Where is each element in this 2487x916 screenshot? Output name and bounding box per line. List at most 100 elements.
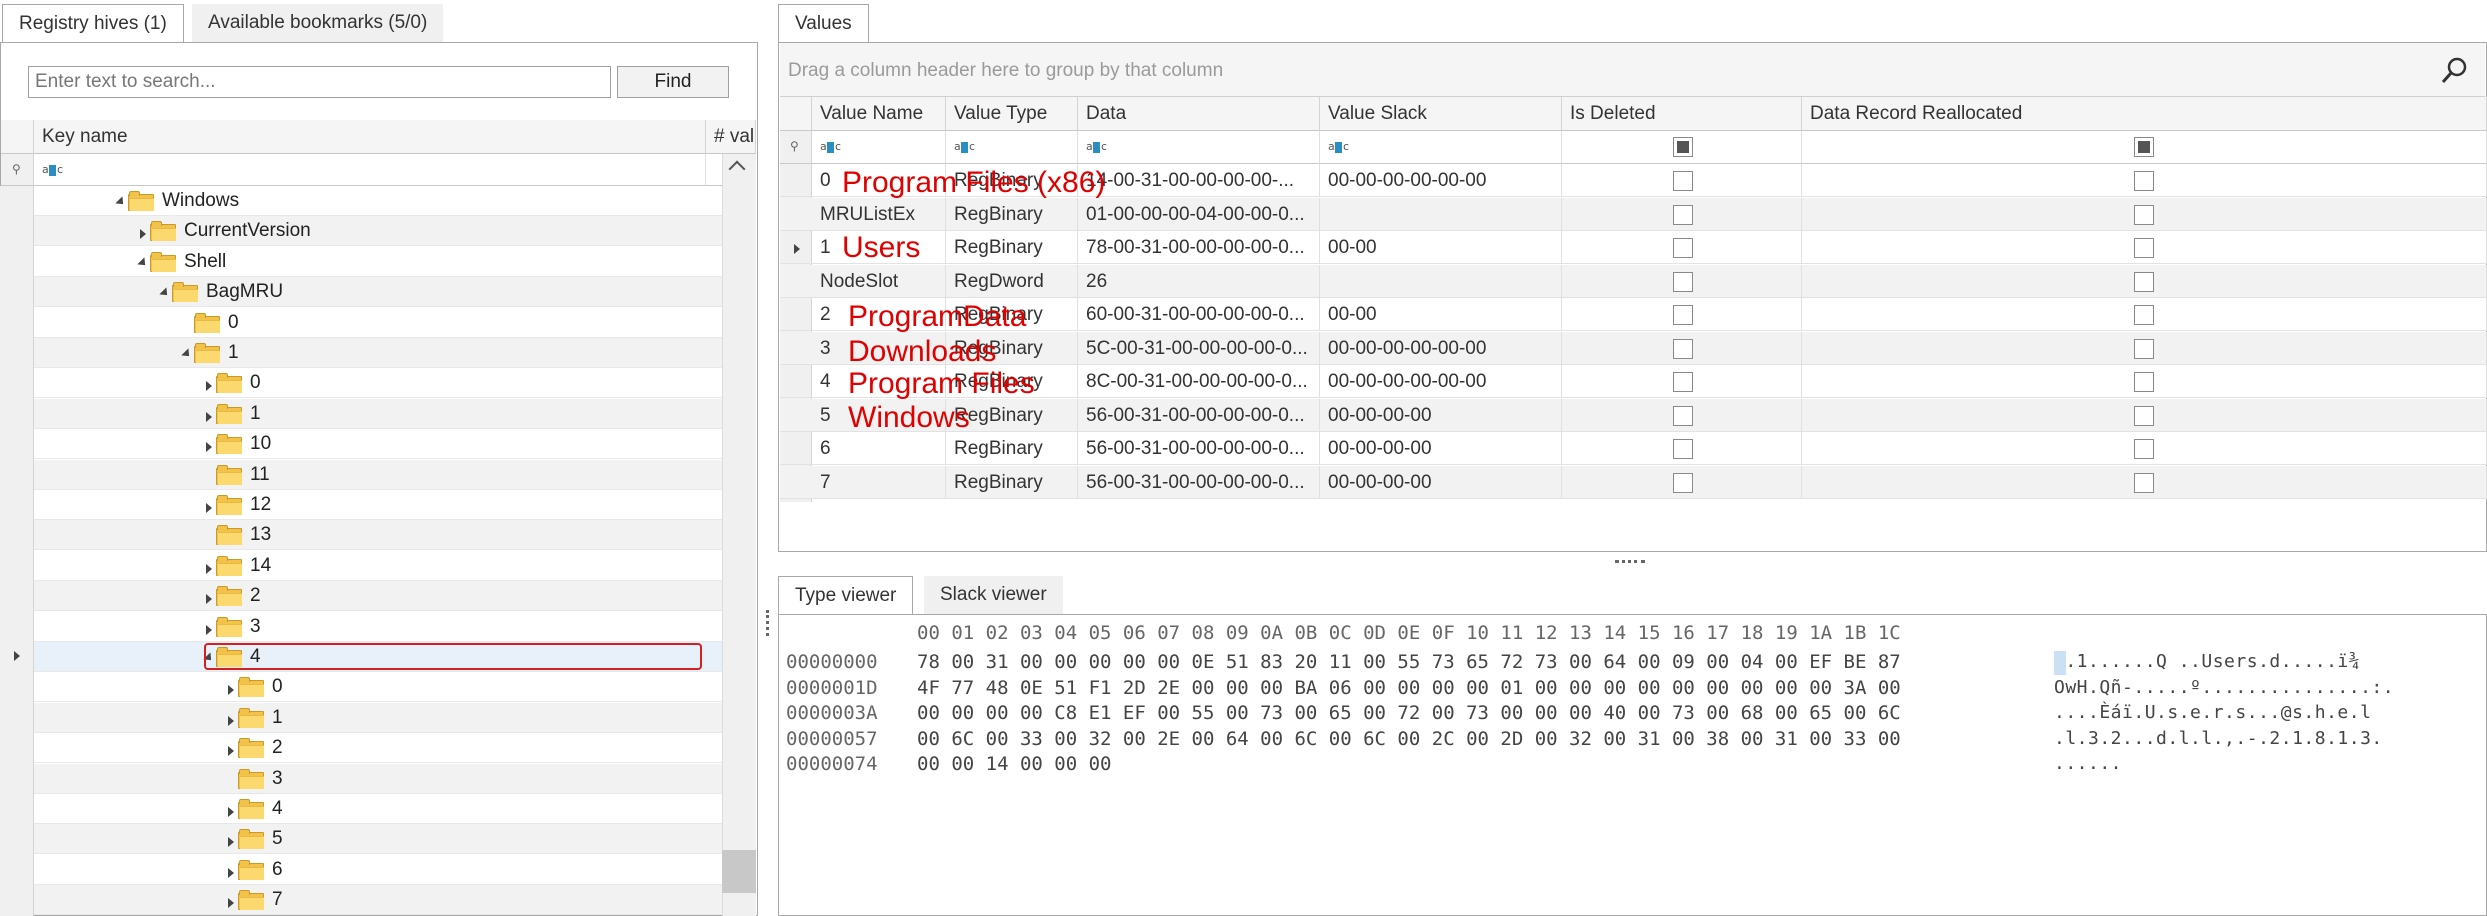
filter-checkbox[interactable] xyxy=(2134,137,2154,157)
tree-row[interactable]: 6 xyxy=(34,855,722,885)
tree-row[interactable]: Windows xyxy=(34,186,722,216)
column-value-name[interactable]: Value Name xyxy=(812,97,946,131)
value-cell-type[interactable]: RegBinary xyxy=(946,432,1078,465)
value-cell-is-deleted[interactable] xyxy=(1562,231,1802,264)
expand-arrow-icon[interactable] xyxy=(206,625,212,635)
hex-bytes[interactable]: 00 00 00 00 C8 E1 EF 00 55 00 73 00 65 0… xyxy=(917,700,1901,726)
tree-scrollbar[interactable] xyxy=(722,154,756,916)
column-value-slack[interactable]: Value Slack xyxy=(1320,97,1562,131)
is-deleted-checkbox[interactable] xyxy=(1673,271,1693,292)
reallocated-checkbox[interactable] xyxy=(2134,171,2154,191)
value-cell-slack[interactable]: 00-00-00-00 xyxy=(1320,465,1562,499)
value-row[interactable]: 5 RegBinary 56-00-31-00-00-00-00-0... 00-00… xyxy=(780,398,2487,432)
collapse-arrow-icon[interactable] xyxy=(159,287,171,299)
hex-ascii[interactable]: .l.3.2...d.l.l.,.-.2.1.8.1.3. xyxy=(2054,726,2383,752)
tree-row[interactable]: 2 xyxy=(34,581,722,611)
tab-registry-hives[interactable]: Registry hives (1) xyxy=(2,4,184,42)
reallocated-checkbox[interactable] xyxy=(2134,238,2154,258)
reallocated-checkbox[interactable] xyxy=(2134,372,2154,392)
reallocated-checkbox[interactable] xyxy=(2134,338,2154,359)
value-cell-is-deleted[interactable] xyxy=(1562,465,1802,499)
expand-arrow-icon[interactable] xyxy=(206,503,212,513)
reallocated-checkbox[interactable] xyxy=(2134,305,2154,325)
horizontal-splitter-grip-icon[interactable] xyxy=(1615,560,1645,564)
value-cell-is-deleted[interactable] xyxy=(1562,164,1802,197)
search-icon[interactable] xyxy=(2440,56,2467,83)
expand-arrow-icon[interactable] xyxy=(228,837,234,847)
value-cell-type[interactable]: RegBinary xyxy=(946,231,1078,264)
value-cell-name[interactable]: NodeSlot xyxy=(812,264,946,298)
reallocated-checkbox[interactable] xyxy=(2134,405,2154,426)
tree-row[interactable]: 0 xyxy=(34,368,722,398)
is-deleted-checkbox[interactable] xyxy=(1673,405,1693,426)
value-row[interactable]: 6 RegBinary 56-00-31-00-00-00-00-0... 00-00… xyxy=(780,432,2487,465)
value-cell-name[interactable]: 6 xyxy=(812,432,946,465)
hex-bytes[interactable]: 00 6C 00 33 00 32 00 2E 00 64 00 6C 00 6… xyxy=(917,726,1901,752)
collapse-arrow-icon[interactable] xyxy=(115,196,127,208)
value-cell-type[interactable]: RegBinary xyxy=(946,465,1078,499)
value-cell-data[interactable]: 8C-00-31-00-00-00-00-0... xyxy=(1078,365,1320,398)
value-row[interactable]: 3 RegBinary 5C-00-31-00-00-00-00-0... 00-00… xyxy=(780,331,2487,365)
expand-arrow-icon[interactable] xyxy=(228,685,234,695)
tree-row[interactable]: 10 xyxy=(34,429,722,459)
value-cell-reallocated[interactable] xyxy=(1802,231,2487,264)
value-row[interactable]: NodeSlot RegDword 26 xyxy=(780,264,2487,298)
find-button[interactable]: Find xyxy=(617,66,729,98)
value-cell-reallocated[interactable] xyxy=(1802,465,2487,499)
collapse-arrow-icon[interactable] xyxy=(181,348,193,360)
is-deleted-checkbox[interactable] xyxy=(1673,171,1693,191)
reallocated-checkbox[interactable] xyxy=(2134,271,2154,292)
value-cell-is-deleted[interactable] xyxy=(1562,331,1802,365)
value-cell-data[interactable]: 01-00-00-00-04-00-00-0... xyxy=(1078,197,1320,231)
filter-value-name[interactable]: ac xyxy=(812,131,946,164)
is-deleted-checkbox[interactable] xyxy=(1673,305,1693,325)
value-cell-slack[interactable] xyxy=(1320,197,1562,231)
value-row[interactable]: 4 RegBinary 8C-00-31-00-00-00-00-0... 00-00… xyxy=(780,365,2487,398)
value-row[interactable]: 1 RegBinary 78-00-31-00-00-00-00-0... 00-00 xyxy=(780,231,2487,264)
value-cell-reallocated[interactable] xyxy=(1802,298,2487,331)
value-cell-is-deleted[interactable] xyxy=(1562,197,1802,231)
collapse-arrow-icon[interactable] xyxy=(137,257,149,269)
value-cell-reallocated[interactable] xyxy=(1802,164,2487,197)
value-cell-reallocated[interactable] xyxy=(1802,264,2487,298)
hex-bytes[interactable]: 00 00 14 00 00 00 xyxy=(917,751,1111,777)
value-cell-is-deleted[interactable] xyxy=(1562,432,1802,465)
hex-bytes[interactable]: 78 00 31 00 00 00 00 00 0E 51 83 20 11 0… xyxy=(917,649,1901,675)
tree-row[interactable]: 14 xyxy=(34,551,722,581)
tree-row[interactable]: BagMRU xyxy=(34,277,722,307)
reallocated-checkbox[interactable] xyxy=(2134,204,2154,225)
tree-row[interactable]: Shell xyxy=(34,247,722,277)
tree-row[interactable]: 3 xyxy=(34,764,722,794)
tree-row[interactable]: 0 xyxy=(34,672,722,702)
search-input[interactable]: Enter text to search... xyxy=(28,66,611,98)
value-cell-reallocated[interactable] xyxy=(1802,398,2487,432)
value-cell-data[interactable]: 14-00-31-00-00-00-00-... xyxy=(1078,164,1320,197)
hex-bytes[interactable]: 4F 77 48 0E 51 F1 2D 2E 00 00 00 BA 06 0… xyxy=(917,675,1901,701)
value-row[interactable]: 2 RegBinary 60-00-31-00-00-00-00-0... 00-00 xyxy=(780,298,2487,331)
column-is-deleted[interactable]: Is Deleted xyxy=(1562,97,1802,131)
tree-row[interactable]: 0 xyxy=(34,308,722,338)
tree-row[interactable]: 11 xyxy=(34,460,722,490)
value-cell-is-deleted[interactable] xyxy=(1562,365,1802,398)
value-cell-slack[interactable]: 00-00-00-00-00-00 xyxy=(1320,164,1562,197)
value-cell-is-deleted[interactable] xyxy=(1562,398,1802,432)
value-cell-name[interactable]: MRUListEx xyxy=(812,197,946,231)
tree-row[interactable]: 1 xyxy=(34,338,722,368)
value-cell-slack[interactable]: 00-00-00-00 xyxy=(1320,432,1562,465)
reallocated-checkbox[interactable] xyxy=(2134,472,2154,493)
tab-type-viewer[interactable]: Type viewer xyxy=(778,576,914,614)
value-cell-slack[interactable]: 00-00-00-00-00-00 xyxy=(1320,365,1562,398)
hex-ascii[interactable]: ....Èáï.U.s.e.r.s...@s.h.e.l xyxy=(2054,700,2371,726)
value-cell-slack[interactable] xyxy=(1320,264,1562,298)
tree-row[interactable]: 13 xyxy=(34,520,722,550)
column-value-type[interactable]: Value Type xyxy=(946,97,1078,131)
value-cell-reallocated[interactable] xyxy=(1802,365,2487,398)
value-cell-reallocated[interactable] xyxy=(1802,331,2487,365)
expand-arrow-icon[interactable] xyxy=(140,229,146,239)
tree-filter-keyname[interactable]: ac xyxy=(34,154,706,186)
vertical-splitter-grip-icon[interactable] xyxy=(766,610,770,636)
tree-scroll-thumb[interactable] xyxy=(722,850,756,893)
value-cell-data[interactable]: 60-00-31-00-00-00-00-0... xyxy=(1078,298,1320,331)
tree-row[interactable]: 1 xyxy=(34,399,722,429)
is-deleted-checkbox[interactable] xyxy=(1673,372,1693,392)
